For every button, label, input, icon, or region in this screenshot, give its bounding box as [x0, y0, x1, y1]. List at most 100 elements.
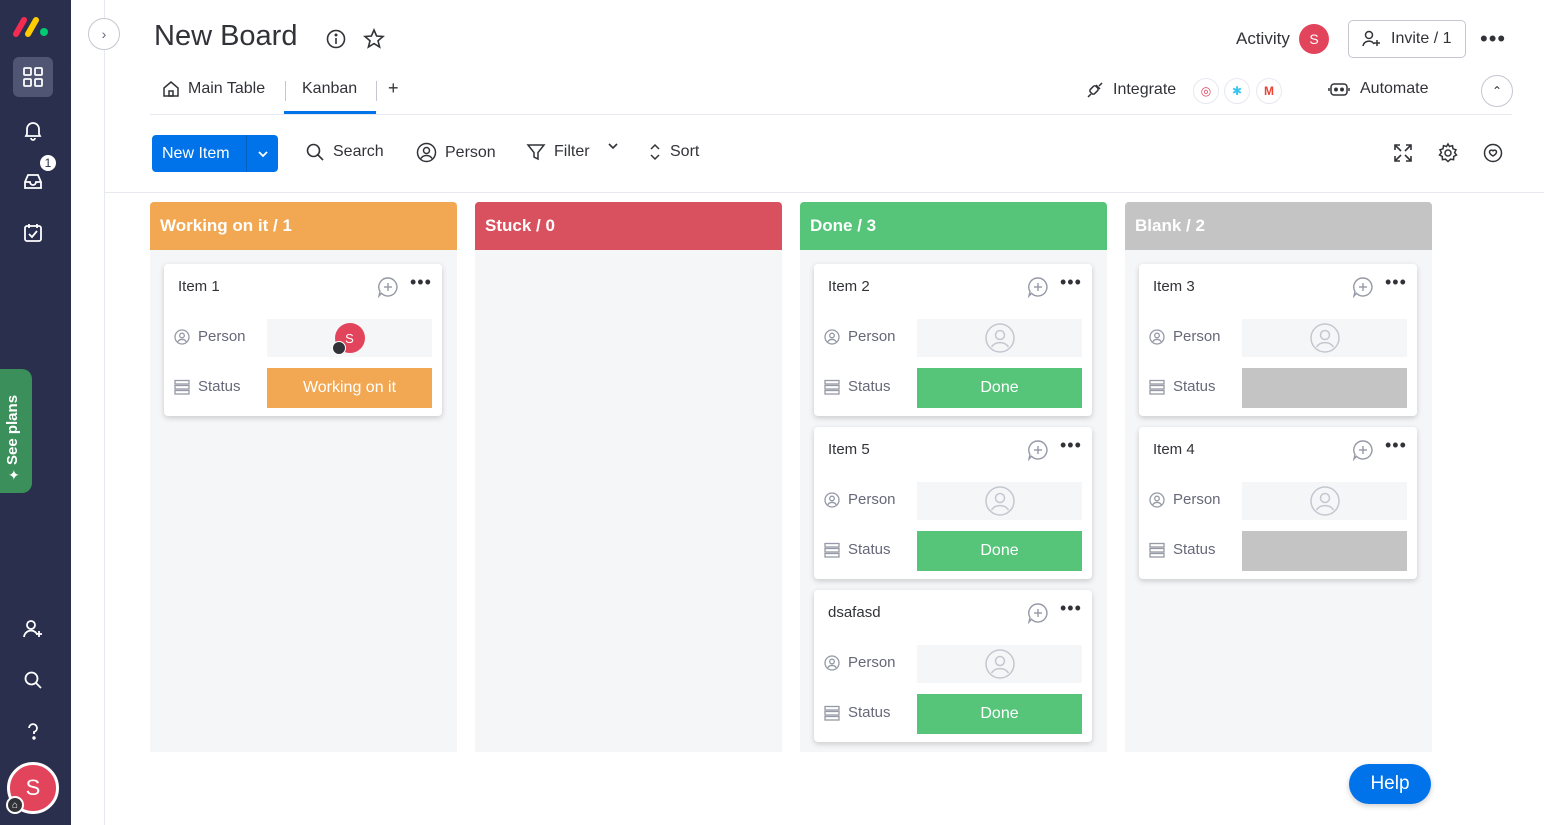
help-button[interactable]: Help	[1349, 764, 1431, 804]
new-item-label: New Item	[162, 144, 230, 162]
home-icon: ⌂	[6, 796, 24, 814]
kanban-card[interactable]: Item 3 ••• Person Status	[1139, 264, 1417, 416]
card-title[interactable]: Item 2	[828, 278, 870, 295]
card-more-icon[interactable]: •••	[410, 272, 432, 293]
see-plans-button[interactable]: See plans ✦	[0, 369, 32, 493]
info-icon[interactable]	[325, 28, 347, 50]
tab-divider	[376, 81, 377, 101]
sort-button[interactable]: Sort	[648, 142, 699, 162]
activity-label[interactable]: Activity	[1236, 29, 1290, 49]
kanban-card[interactable]: Item 4 ••• Person Status	[1139, 427, 1417, 579]
add-update-icon[interactable]	[1027, 276, 1049, 298]
add-view-button[interactable]: +	[388, 78, 399, 99]
my-work-calendar-icon[interactable]	[13, 213, 53, 253]
tab-divider	[285, 81, 286, 101]
card-more-icon[interactable]: •••	[1060, 435, 1082, 456]
card-more-icon[interactable]: •••	[1385, 435, 1407, 456]
person-label: Person	[848, 491, 896, 508]
status-cell[interactable]	[1242, 368, 1407, 408]
workspace-apps-icon[interactable]	[13, 57, 53, 97]
card-more-icon[interactable]: •••	[1385, 272, 1407, 293]
fullscreen-icon[interactable]	[1392, 142, 1416, 166]
see-plans-label: See plans	[4, 394, 21, 465]
column-header[interactable]: Blank / 2	[1125, 202, 1432, 250]
status-cell[interactable]: Working on it	[267, 368, 432, 408]
person-field-label: Person	[824, 654, 896, 671]
more-options-icon[interactable]: •••	[1480, 26, 1506, 52]
person-label: Person	[848, 654, 896, 671]
kanban-column-done: Done / 3 Item 2 ••• Person Status Done I…	[800, 202, 1107, 752]
person-circle-icon	[824, 654, 840, 671]
filter-dropdown[interactable]	[607, 142, 619, 150]
card-title[interactable]: dsafasd	[828, 604, 881, 621]
chevron-down-icon[interactable]	[246, 135, 278, 172]
tab-label: Main Table	[188, 80, 266, 97]
person-cell[interactable]	[917, 645, 1082, 683]
filter-icon	[526, 144, 546, 161]
person-circle-icon	[824, 491, 840, 508]
assignee-initial: S	[345, 330, 354, 346]
status-cell[interactable]: Done	[917, 694, 1082, 734]
column-header[interactable]: Stuck / 0	[475, 202, 782, 250]
add-update-icon[interactable]	[1027, 602, 1049, 624]
status-label: Status	[848, 704, 891, 721]
person-filter-button[interactable]: Person	[416, 142, 496, 163]
activity-avatar[interactable]: S	[1299, 24, 1329, 54]
feedback-icon[interactable]	[1482, 142, 1506, 166]
person-cell[interactable]	[917, 319, 1082, 357]
monday-logo[interactable]	[13, 14, 53, 38]
status-cell[interactable]: Done	[917, 531, 1082, 571]
add-update-icon[interactable]	[377, 276, 399, 298]
expand-sidebar-icon[interactable]: ›	[88, 18, 120, 50]
collapse-header-icon[interactable]: ⌃	[1481, 75, 1513, 107]
status-label: Status	[848, 378, 891, 395]
invite-members-icon[interactable]	[13, 609, 53, 649]
tab-kanban[interactable]: Kanban	[302, 80, 357, 98]
tab-main-table[interactable]: Main Table	[162, 80, 265, 98]
kanban-card[interactable]: dsafasd ••• Person Status Done	[814, 590, 1092, 742]
card-title[interactable]: Item 1	[178, 278, 220, 295]
person-label: Person	[848, 328, 896, 345]
left-rail: 1 See plans ✦ S ⌂	[0, 0, 71, 825]
column-header[interactable]: Working on it / 1	[150, 202, 457, 250]
status-cell[interactable]: Done	[917, 368, 1082, 408]
person-circle-icon	[416, 142, 437, 163]
home-icon	[163, 81, 179, 97]
person-cell[interactable]: S	[267, 319, 432, 357]
card-title[interactable]: Item 3	[1153, 278, 1195, 295]
card-title[interactable]: Item 4	[1153, 441, 1195, 458]
card-more-icon[interactable]: •••	[1060, 272, 1082, 293]
integrate-button[interactable]: Integrate	[1085, 80, 1176, 100]
person-cell[interactable]	[1242, 482, 1407, 520]
empty-person-icon	[984, 486, 1015, 516]
card-more-icon[interactable]: •••	[1060, 598, 1082, 619]
kanban-card[interactable]: Item 5 ••• Person Status Done	[814, 427, 1092, 579]
gear-icon[interactable]	[1437, 142, 1461, 166]
assignee-avatar: S	[331, 323, 365, 355]
search-icon	[306, 143, 324, 161]
search-icon[interactable]	[13, 660, 53, 700]
board-title[interactable]: New Board	[154, 20, 297, 53]
person-circle-icon	[1149, 491, 1165, 508]
filter-button[interactable]: Filter	[526, 142, 590, 162]
add-update-icon[interactable]	[1352, 276, 1374, 298]
help-question-icon[interactable]	[13, 711, 53, 751]
bell-icon[interactable]	[13, 110, 53, 150]
status-cell[interactable]	[1242, 531, 1407, 571]
search-button[interactable]: Search	[305, 142, 384, 162]
new-item-button[interactable]: New Item	[152, 135, 278, 172]
person-cell[interactable]	[917, 482, 1082, 520]
add-update-icon[interactable]	[1352, 439, 1374, 461]
add-update-icon[interactable]	[1027, 439, 1049, 461]
column-header[interactable]: Done / 3	[800, 202, 1107, 250]
kanban-card[interactable]: Item 1 ••• Person S Status Working on it	[164, 264, 442, 416]
invite-button[interactable]: Invite / 1	[1348, 20, 1466, 58]
kanban-card[interactable]: Item 2 ••• Person Status Done	[814, 264, 1092, 416]
card-title[interactable]: Item 5	[828, 441, 870, 458]
status-label: Status	[198, 378, 241, 395]
integration-app-icon: ◎	[1193, 78, 1219, 104]
person-cell[interactable]	[1242, 319, 1407, 357]
automate-button[interactable]: Automate	[1328, 80, 1428, 98]
status-label: Status	[848, 541, 891, 558]
star-icon[interactable]	[362, 27, 386, 51]
